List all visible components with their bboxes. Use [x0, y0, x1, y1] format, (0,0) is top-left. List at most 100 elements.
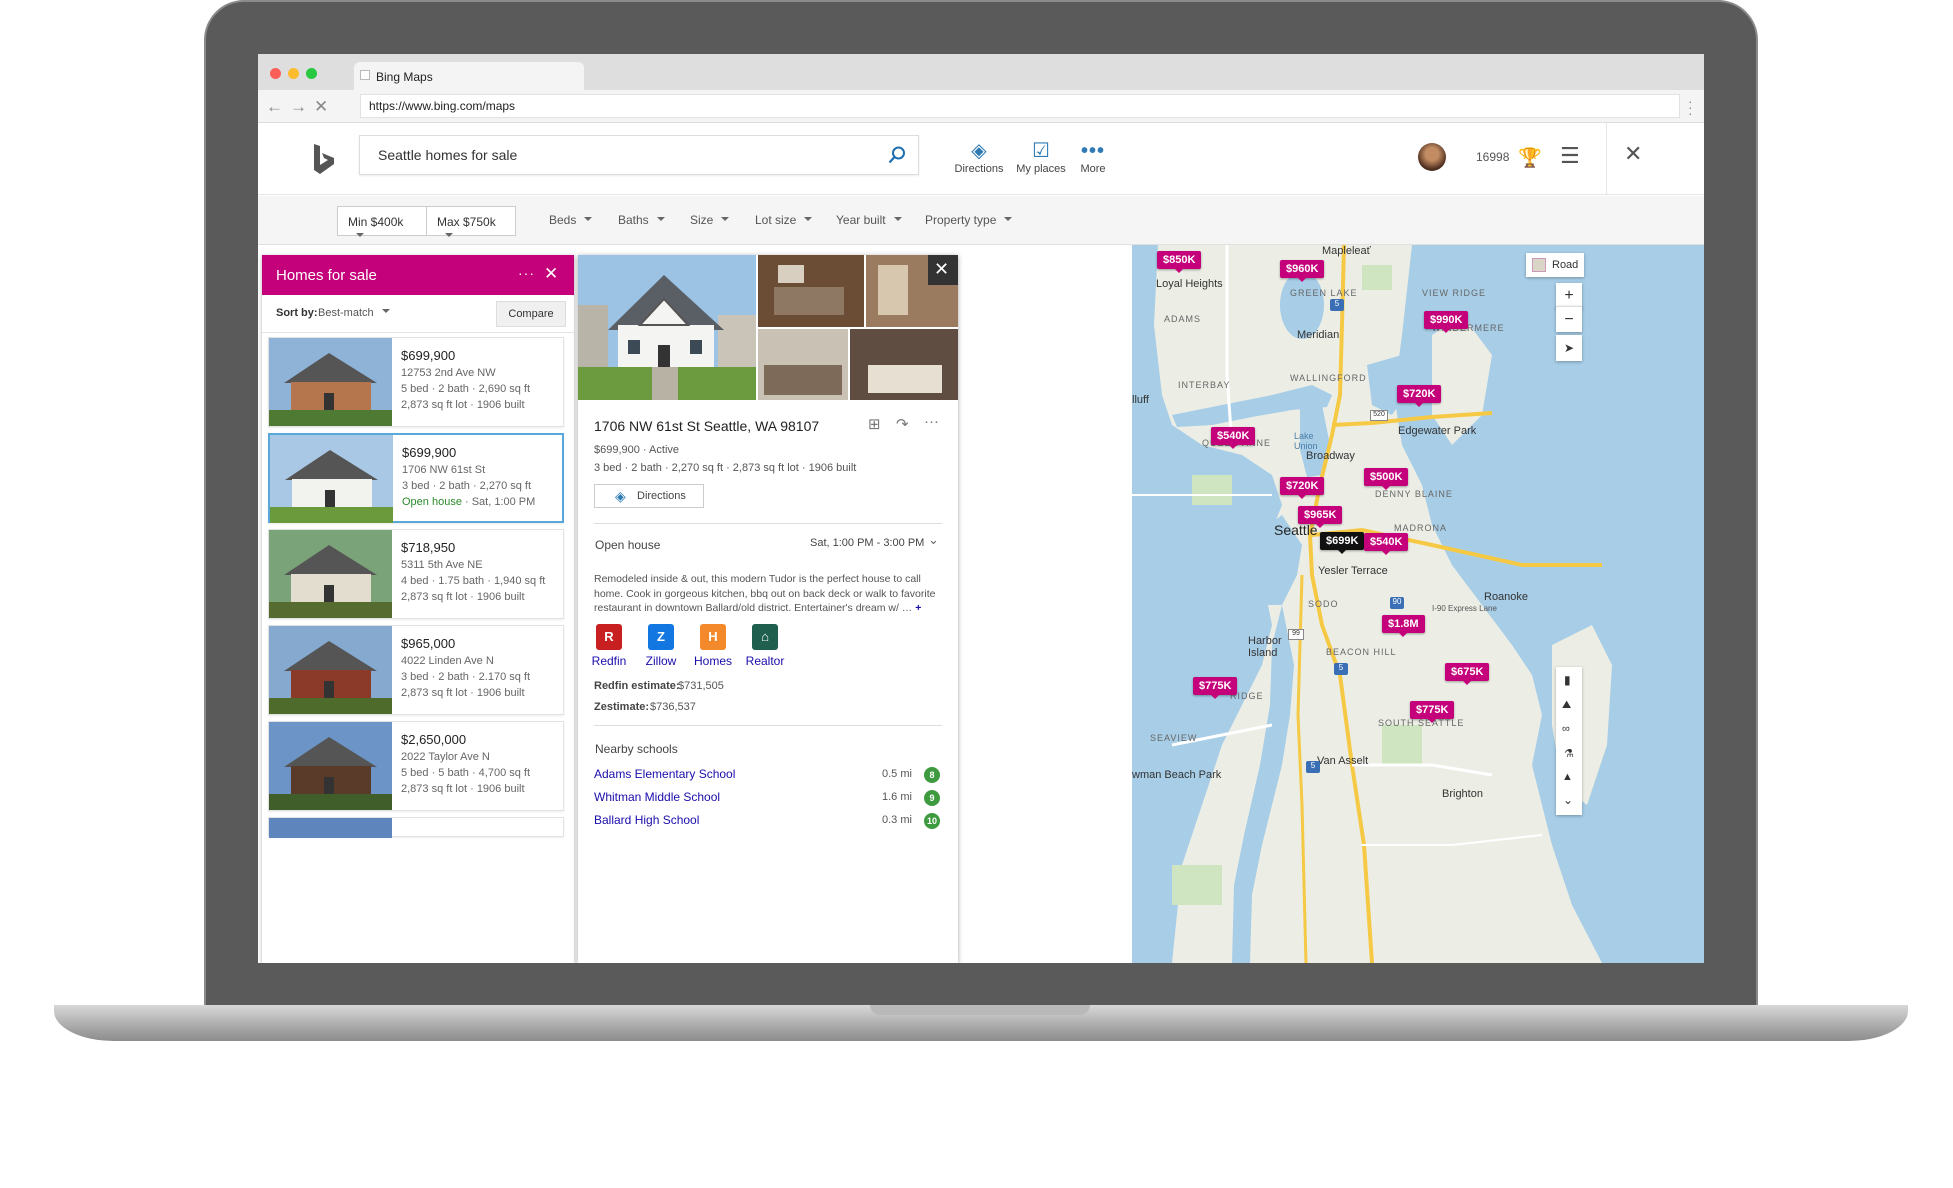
url-field[interactable]: https://www.bing.com/maps [360, 94, 1680, 118]
user-avatar[interactable] [1418, 143, 1446, 171]
bing-logo-icon[interactable] [313, 143, 335, 175]
share-icon[interactable]: ↷ [896, 415, 909, 433]
school-link[interactable]: Whitman Middle School [594, 790, 720, 804]
max-price-select[interactable]: Max $750k [426, 206, 516, 236]
stop-loading-icon[interactable]: ✕ [314, 97, 328, 117]
price-pin[interactable]: $720K [1280, 477, 1325, 499]
beds-filter[interactable]: Beds [549, 213, 592, 227]
rewards-trophy-icon[interactable]: 🏆 [1518, 146, 1542, 170]
listing-card[interactable]: $2,650,000 2022 Taylor Ave N 5 bed · 5 bat… [268, 721, 564, 811]
car-icon[interactable]: ⛰ [1562, 699, 1571, 712]
expand-chevron-icon[interactable]: ⌄ [928, 532, 939, 548]
listing-card[interactable]: $965,000 4022 Linden Ave N 3 bed · 2 bath … [268, 625, 564, 715]
year-built-filter[interactable]: Year built [836, 213, 902, 227]
zoom-out-button[interactable]: − [1556, 306, 1582, 332]
maximize-window-icon[interactable] [306, 68, 317, 79]
map-label-place: wman Beach Park [1132, 769, 1222, 781]
bing-header: Seattle homes for sale ◈ Directions ☑ My… [258, 123, 1704, 195]
price-pin[interactable]: $850K [1157, 251, 1202, 273]
listing-price: $2,650,000 [401, 732, 467, 747]
school-link[interactable]: Adams Elementary School [594, 767, 735, 781]
price-pin[interactable]: $775K [1410, 701, 1455, 723]
directions-detail-label: Directions [637, 490, 686, 502]
source-link-homes[interactable]: H Homes [687, 624, 739, 668]
browser-screen: Bing Maps ← → ✕ https://www.bing.com/map… [258, 54, 1704, 963]
map-style-label: Road [1552, 259, 1579, 271]
chevron-down-icon[interactable]: ⌄ [1563, 793, 1573, 807]
property-photo-gallery[interactable] [578, 255, 958, 400]
directions-button-detail[interactable]: ◈ Directions [594, 484, 704, 508]
listing-card[interactable]: $699,900 12753 2nd Ave NW 5 bed · 2 bath ·… [268, 337, 564, 427]
hamburger-menu-icon[interactable]: ☰ [1560, 143, 1580, 169]
tab-bar: Bing Maps [258, 54, 1704, 90]
results-more-icon[interactable]: ··· [518, 265, 535, 281]
price-pin[interactable]: $675K [1445, 663, 1490, 685]
locate-me-icon[interactable]: ➤ [1556, 335, 1582, 361]
bike-icon[interactable]: ∞ [1562, 723, 1570, 735]
price-pin[interactable]: $960K [1280, 260, 1325, 282]
min-price-select[interactable]: Min $400k [337, 206, 427, 236]
highway-shield-icon: 520 [1370, 410, 1388, 421]
close-results-icon[interactable]: ✕ [544, 264, 558, 284]
price-pin[interactable]: $990K [1424, 311, 1469, 333]
map-label-neighborhood: MADRONA [1394, 523, 1448, 533]
price-pin[interactable]: $540K [1211, 427, 1256, 449]
map-label-neighborhood: INTERBAY [1178, 380, 1231, 390]
browser-tab[interactable]: Bing Maps [354, 62, 584, 90]
school-distance: 1.6 mi [882, 791, 912, 803]
price-pin[interactable]: $965K [1298, 506, 1343, 528]
listing-photo [270, 435, 393, 523]
property-type-filter[interactable]: Property type [925, 213, 1012, 227]
sort-select[interactable]: Best-match [318, 307, 390, 319]
map-canvas[interactable]: Mapleleať Loyal Heights Meridian Edgewat… [1132, 245, 1704, 963]
traffic-light-icon[interactable]: ▮ [1564, 673, 1571, 687]
close-window-icon[interactable] [270, 68, 281, 79]
map-label-neighborhood: ADAMS [1164, 314, 1202, 324]
map-style-button[interactable]: Road [1526, 253, 1584, 277]
school-distance: 0.3 mi [882, 814, 912, 826]
listing-extra: 2,873 sq ft lot · 1906 built [401, 783, 525, 795]
directions-button[interactable]: ◈ Directions [947, 139, 1011, 175]
back-arrow-icon[interactable]: ← [266, 97, 283, 117]
baths-filter[interactable]: Baths [618, 213, 665, 227]
price-pin[interactable]: $500K [1364, 468, 1409, 490]
price-pin-selected[interactable]: $699K [1320, 532, 1365, 554]
school-link[interactable]: Ballard High School [594, 813, 699, 827]
forward-arrow-icon[interactable]: → [290, 97, 307, 117]
browser-menu-icon[interactable]: · · · [1688, 94, 1693, 120]
source-link-redfin[interactable]: R Redfin [583, 624, 635, 668]
restaurant-icon[interactable]: ⚗ [1564, 747, 1574, 760]
close-gallery-icon[interactable]: ✕ [934, 259, 949, 280]
property-specs: 3 bed · 2 bath · 2,270 sq ft · 2,873 sq … [594, 462, 857, 474]
source-link-zillow[interactable]: Z Zillow [635, 624, 687, 668]
interstate-shield-icon: 5 [1306, 761, 1320, 773]
size-filter[interactable]: Size [690, 213, 729, 227]
search-input[interactable]: Seattle homes for sale [359, 135, 919, 175]
expand-description-link[interactable]: + [915, 602, 921, 614]
listing-extra-text: 2,873 sq ft lot · 1906 built [401, 687, 525, 699]
search-icon[interactable] [888, 146, 906, 164]
close-pane-icon[interactable]: ✕ [1624, 141, 1642, 167]
listing-extra-text: 2,873 sq ft lot · 1906 built [401, 399, 525, 411]
listing-card[interactable] [268, 817, 564, 838]
listing-card[interactable]: $699,900 1706 NW 61st St 3 bed · 2 bath · … [268, 433, 564, 523]
price-pin[interactable]: $775K [1193, 677, 1238, 699]
add-to-favorites-icon[interactable]: ⊞ [868, 415, 881, 433]
listing-card[interactable]: $718,950 5311 5th Ave NE 4 bed · 1.75 bath… [268, 529, 564, 619]
more-button[interactable]: ••• More [1061, 139, 1125, 175]
price-pin[interactable]: $720K [1397, 385, 1442, 407]
price-pin[interactable]: $1.8M [1382, 615, 1425, 637]
minimize-window-icon[interactable] [288, 68, 299, 79]
source-link-realtor[interactable]: ⌂ Realtor [739, 624, 791, 668]
compare-button[interactable]: Compare [496, 301, 566, 327]
price-pin[interactable]: $540K [1364, 533, 1409, 555]
more-options-icon[interactable]: ··· [924, 413, 939, 430]
page-favicon-icon [360, 70, 370, 80]
source-label: Redfin [591, 654, 627, 668]
school-icon[interactable]: ▲ [1562, 771, 1573, 783]
highway-shield-icon: 99 [1288, 629, 1304, 640]
lot-size-filter[interactable]: Lot size [755, 213, 812, 227]
school-rating-badge: 9 [924, 790, 940, 806]
listing-address: 12753 2nd Ave NW [401, 367, 496, 379]
property-type-label: Property type [925, 213, 997, 227]
